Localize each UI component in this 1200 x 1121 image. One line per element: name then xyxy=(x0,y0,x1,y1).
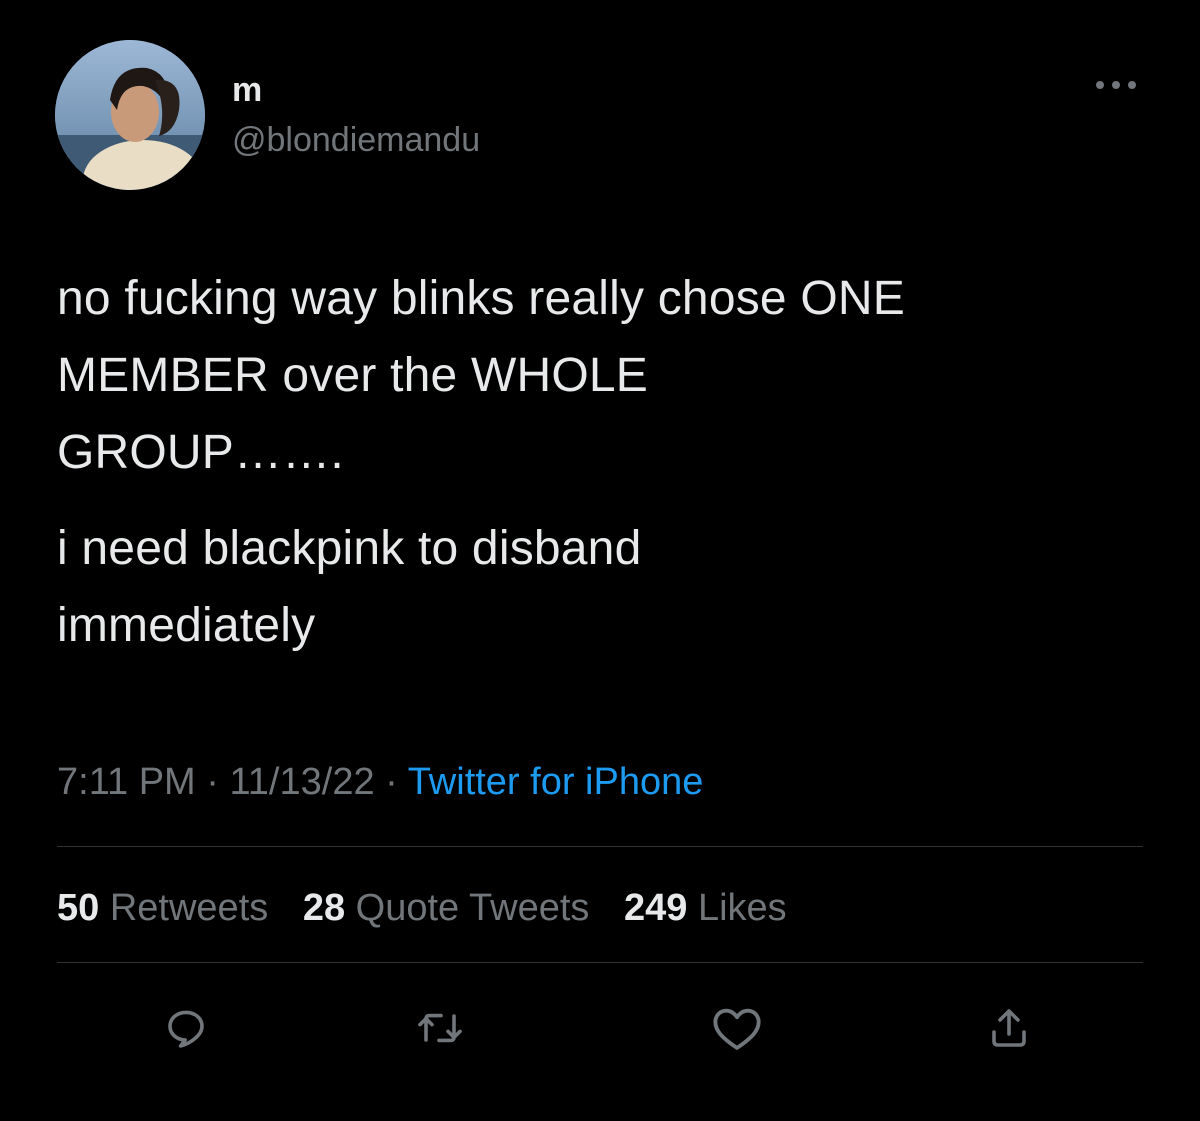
quote-tweets-stat[interactable]: 28 Quote Tweets xyxy=(303,887,590,929)
retweets-count: 50 xyxy=(57,887,100,929)
quote-tweets-label: Quote Tweets xyxy=(355,887,590,929)
divider xyxy=(57,962,1143,963)
quote-tweets-count: 28 xyxy=(302,887,346,929)
tweet-source-link[interactable]: Twitter for iPhone xyxy=(408,761,704,803)
share-icon xyxy=(992,1009,1026,1047)
meta-separator: · xyxy=(385,761,398,803)
retweets-label: Retweets xyxy=(109,887,269,929)
tweet-actions xyxy=(0,1000,1200,1056)
user-handle[interactable]: @blondiemandu xyxy=(232,120,480,160)
tweet-text: no fucking way blinks really chose ONE M… xyxy=(57,260,1157,664)
more-options-button[interactable] xyxy=(1088,70,1144,100)
avatar-photo xyxy=(55,40,205,190)
heart-icon xyxy=(713,1008,761,1050)
share-button[interactable] xyxy=(981,1000,1037,1056)
tweet-date[interactable]: 11/13/22 xyxy=(229,761,374,803)
divider xyxy=(57,846,1143,847)
reply-icon xyxy=(168,1010,204,1048)
meta-separator: · xyxy=(206,761,219,803)
tweet-stats: 50 Retweets 28 Quote Tweets 249 Likes xyxy=(57,886,811,930)
avatar[interactable] xyxy=(55,40,205,190)
like-button[interactable] xyxy=(709,1000,765,1056)
tweet-paragraph: i need blackpink to disband immediately xyxy=(57,522,642,652)
tweet-time[interactable]: 7:11 PM xyxy=(57,761,196,803)
retweet-button[interactable] xyxy=(412,1000,468,1056)
display-name[interactable]: m xyxy=(232,70,262,110)
retweets-stat[interactable]: 50 Retweets xyxy=(57,887,268,929)
likes-label: Likes xyxy=(697,887,787,929)
likes-stat[interactable]: 249 Likes xyxy=(624,887,787,929)
retweet-icon xyxy=(418,1013,462,1043)
likes-count: 249 xyxy=(624,887,688,929)
reply-button[interactable] xyxy=(158,1000,214,1056)
tweet-meta: 7:11 PM · 11/13/22 · Twitter for iPhone xyxy=(57,760,703,804)
more-icon xyxy=(1096,81,1136,89)
tweet-paragraph: no fucking way blinks really chose ONE M… xyxy=(57,272,905,479)
